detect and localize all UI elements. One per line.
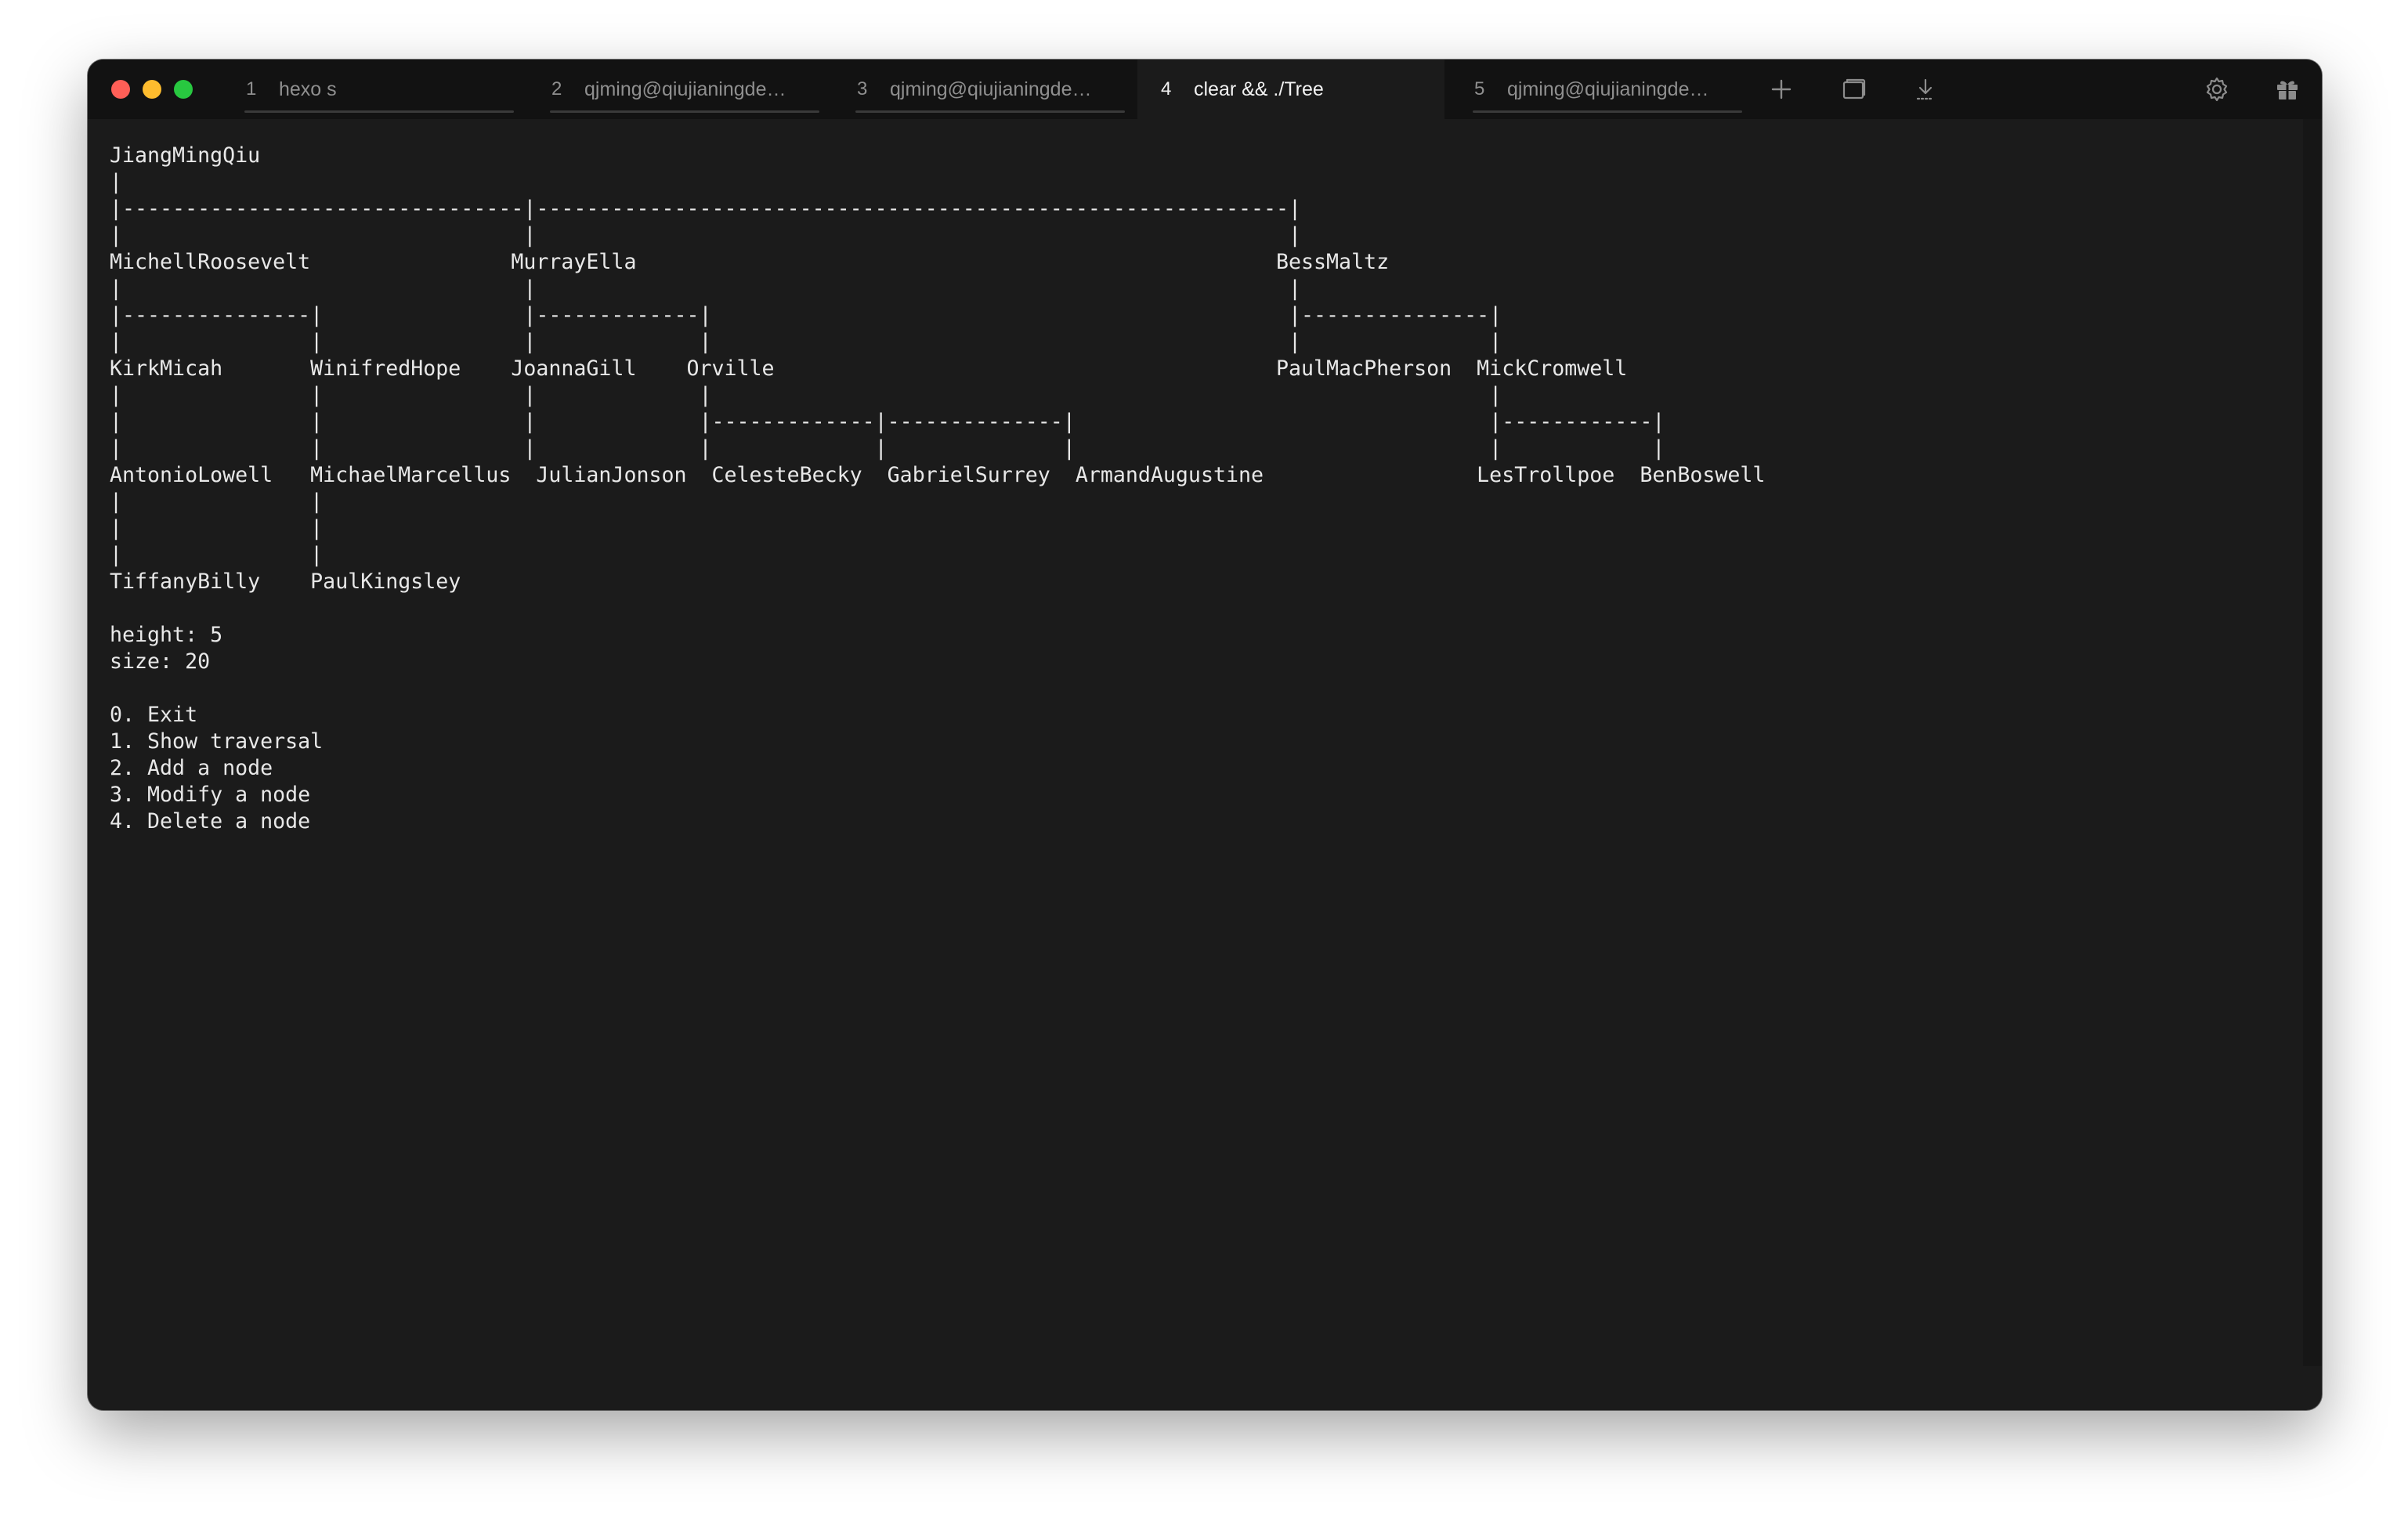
title-bar: 1 hexo s 2 qjming@qiujianingde… 3 qjming…: [88, 60, 2322, 119]
tab-number: 1: [246, 78, 257, 99]
tab-title: clear && ./Tree: [1194, 78, 1324, 100]
tab-3[interactable]: 3 qjming@qiujianingde…: [849, 60, 1131, 119]
tab-number: 5: [1474, 78, 1485, 99]
close-window-button[interactable]: [111, 80, 130, 99]
terminal-output[interactable]: JiangMingQiu | |------------------------…: [110, 143, 2290, 1379]
tab-1[interactable]: 1 hexo s: [238, 60, 520, 119]
tab-underline: [1473, 110, 1742, 113]
gift-icon[interactable]: [2273, 75, 2301, 103]
tab-underline: [855, 110, 1125, 113]
tab-number: 4: [1161, 78, 1172, 99]
tab-title: qjming@qiujianingde…: [890, 78, 1092, 100]
tab-2[interactable]: 2 qjming@qiujianingde…: [544, 60, 826, 119]
tab-title: qjming@qiujianingde…: [584, 78, 786, 100]
gear-icon[interactable]: [2203, 75, 2231, 103]
tab-number: 2: [551, 78, 562, 99]
plus-icon[interactable]: [1767, 75, 1795, 103]
scrollbar[interactable]: [2303, 119, 2322, 1366]
split-pane-icon[interactable]: [1839, 75, 1867, 103]
tab-underline: [244, 110, 514, 113]
tab-underline: [550, 110, 819, 113]
tab-5[interactable]: 5 qjming@qiujianingde…: [1466, 60, 1748, 119]
tab-title: hexo s: [279, 78, 337, 100]
tab-number: 3: [857, 78, 868, 99]
zoom-window-button[interactable]: [174, 80, 193, 99]
minimize-window-button[interactable]: [143, 80, 161, 99]
download-icon[interactable]: [1911, 75, 1940, 103]
tab-title: qjming@qiujianingde…: [1507, 78, 1709, 100]
tab-4[interactable]: 4 clear && ./Tree: [1137, 60, 1444, 119]
terminal-window: 1 hexo s 2 qjming@qiujianingde… 3 qjming…: [88, 60, 2322, 1410]
